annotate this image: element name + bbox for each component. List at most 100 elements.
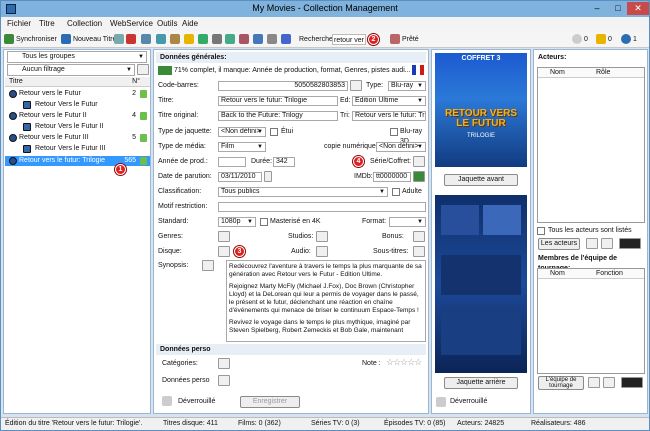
filter-select[interactable]: Aucun filtrage ▼ bbox=[7, 64, 135, 76]
menu-webservice[interactable]: WebService bbox=[110, 19, 153, 28]
stats-icon[interactable] bbox=[225, 34, 235, 45]
front-cover-button[interactable]: Jaquette avant bbox=[444, 174, 518, 186]
maximize-button[interactable]: □ bbox=[607, 2, 629, 15]
format-select[interactable]: ▼ bbox=[389, 217, 426, 227]
menu-outils[interactable]: Outils bbox=[157, 19, 177, 28]
crew-button[interactable]: L'équipe de tournage bbox=[538, 376, 584, 390]
col-title-header[interactable]: Titre bbox=[9, 77, 23, 87]
user-icon[interactable] bbox=[198, 34, 208, 45]
group-filter-select[interactable]: Tous les groupes ▼ bbox=[7, 51, 147, 63]
front-cover-image[interactable]: COFFRET 3 RETOUR VERS LE FUTUR TRILOGIE bbox=[435, 53, 527, 167]
list-item[interactable]: Retour vers le Futur 2 bbox=[5, 89, 150, 99]
save-button[interactable]: Enregistrer bbox=[240, 396, 300, 408]
crew-table[interactable]: Nom Fonction bbox=[537, 268, 645, 374]
case-checkbox[interactable] bbox=[270, 128, 278, 136]
type-select[interactable]: Blu-ray ▼ bbox=[388, 81, 426, 91]
media-type-select[interactable]: Film ▼ bbox=[218, 142, 266, 152]
barcode-field[interactable]: 5050582803853 bbox=[218, 81, 348, 91]
menu-collection[interactable]: Collection bbox=[67, 19, 102, 28]
menu-fichier[interactable]: Fichier bbox=[7, 19, 31, 28]
duration-field[interactable]: 342 bbox=[273, 157, 295, 167]
digital-copy-select[interactable]: <Non défini> ▼ bbox=[376, 142, 426, 152]
globe-icon[interactable] bbox=[156, 34, 166, 45]
all-actors-checkbox[interactable] bbox=[537, 227, 545, 235]
list-item[interactable]: Retour Vers le Futur II bbox=[5, 122, 150, 132]
warning-indicator[interactable]: 0 bbox=[596, 34, 612, 45]
refresh-icon[interactable] bbox=[253, 34, 263, 45]
barcode-icon[interactable] bbox=[350, 80, 362, 91]
crew-edit-icon[interactable] bbox=[603, 377, 615, 388]
crew-col-function-header[interactable]: Fonction bbox=[596, 269, 623, 279]
delete-icon[interactable] bbox=[126, 34, 136, 45]
imdb-crew-icon[interactable] bbox=[621, 377, 643, 388]
back-cover-image[interactable] bbox=[435, 195, 527, 373]
subtitles-icon[interactable] bbox=[413, 246, 425, 257]
release-date-field[interactable]: 03/11/2010 bbox=[218, 172, 262, 182]
minimize-button[interactable]: – bbox=[586, 2, 608, 15]
synopsis-edit-icon[interactable] bbox=[202, 260, 214, 271]
title-field[interactable]: Retour vers le futur: Trilogie bbox=[218, 96, 338, 106]
production-year-field[interactable] bbox=[218, 157, 246, 167]
close-button[interactable]: ✕ bbox=[627, 2, 649, 15]
disc-icon[interactable] bbox=[218, 246, 230, 257]
col-num-header[interactable]: N° bbox=[132, 77, 140, 87]
jacket-select[interactable]: <Non défini> ▼ bbox=[218, 127, 266, 137]
rating-stars[interactable]: ☆☆☆☆☆ bbox=[386, 357, 422, 368]
crew-col-name-header[interactable]: Nom bbox=[550, 269, 565, 279]
list-item[interactable]: Retour Vers le Futur bbox=[5, 100, 150, 110]
crew-add-icon[interactable] bbox=[588, 377, 600, 388]
tools-icon[interactable] bbox=[239, 34, 249, 45]
actors-button[interactable]: Les acteurs bbox=[538, 238, 580, 250]
restriction-field[interactable] bbox=[218, 202, 426, 212]
classification-select[interactable]: Tous publics ▼ bbox=[218, 187, 388, 197]
col-name-header[interactable]: Nom bbox=[550, 68, 565, 78]
original-title-field[interactable]: Back to the Future: Trilogy bbox=[218, 111, 338, 121]
imdb-field[interactable]: tt0000000 bbox=[373, 172, 411, 182]
mastered-4k-checkbox[interactable] bbox=[260, 218, 268, 226]
edit-icon[interactable] bbox=[114, 34, 124, 45]
sort-field[interactable]: Retour vers le futur: Trilogie bbox=[352, 111, 426, 121]
print-icon[interactable] bbox=[212, 34, 222, 45]
unlock-icon[interactable] bbox=[162, 396, 172, 406]
col-role-header[interactable]: Rôle bbox=[596, 68, 610, 78]
grid-icon[interactable] bbox=[141, 34, 151, 45]
synopsis-text[interactable]: Redécouvrez l'aventure à travers le temp… bbox=[226, 260, 426, 342]
filter-icon[interactable] bbox=[137, 64, 149, 75]
adult-checkbox[interactable] bbox=[392, 188, 400, 196]
studios-icon[interactable] bbox=[316, 231, 328, 242]
genres-icon[interactable] bbox=[218, 231, 230, 242]
lent-button[interactable]: Prêté bbox=[390, 34, 419, 45]
new-title-button[interactable]: Nouveau Titre bbox=[61, 34, 117, 45]
bluray-3d-checkbox[interactable] bbox=[390, 128, 398, 136]
standard-select[interactable]: 1080p ▼ bbox=[218, 217, 256, 227]
categories-icon[interactable] bbox=[218, 358, 230, 369]
warning-icon[interactable] bbox=[184, 34, 194, 45]
imdb-link-icon[interactable] bbox=[413, 171, 425, 182]
info-indicator[interactable]: 1 bbox=[621, 34, 637, 45]
french-flag-icon[interactable] bbox=[412, 65, 424, 75]
personal-data-icon[interactable] bbox=[218, 375, 230, 386]
back-cover-button[interactable]: Jaquette arrière bbox=[444, 377, 518, 389]
edition-select[interactable]: Edition Ultime ▼ bbox=[352, 96, 426, 106]
export-icon[interactable] bbox=[170, 34, 180, 45]
list-item-selected[interactable]: Retour vers le futur: Trilogie 565 bbox=[5, 156, 150, 166]
settings-icon[interactable] bbox=[267, 34, 277, 45]
actors-table[interactable]: Nom Rôle bbox=[537, 67, 645, 223]
actor-add-icon[interactable] bbox=[586, 238, 598, 249]
bonus-icon[interactable] bbox=[413, 231, 425, 242]
sync-button[interactable]: Synchroniser bbox=[4, 34, 57, 45]
menu-aide[interactable]: Aide bbox=[182, 19, 198, 28]
imdb-actors-icon[interactable] bbox=[619, 238, 641, 249]
series-icon[interactable] bbox=[413, 156, 425, 167]
menu-titre[interactable]: Titre bbox=[39, 19, 55, 28]
list-item[interactable]: Retour vers le Futur III 5 bbox=[5, 133, 150, 143]
audio-icon[interactable] bbox=[316, 246, 328, 257]
cover-unlock-icon[interactable] bbox=[436, 397, 446, 407]
help-icon[interactable] bbox=[281, 34, 291, 45]
error-indicator[interactable]: 0 bbox=[572, 34, 588, 45]
list-item[interactable]: Retour Vers le Futur III bbox=[5, 144, 150, 154]
actor-edit-icon[interactable] bbox=[601, 238, 613, 249]
calendar-dropdown[interactable] bbox=[264, 171, 272, 182]
list-item[interactable]: Retour vers le Futur II 4 bbox=[5, 111, 150, 121]
search-input[interactable]: retour ver bbox=[332, 34, 366, 45]
